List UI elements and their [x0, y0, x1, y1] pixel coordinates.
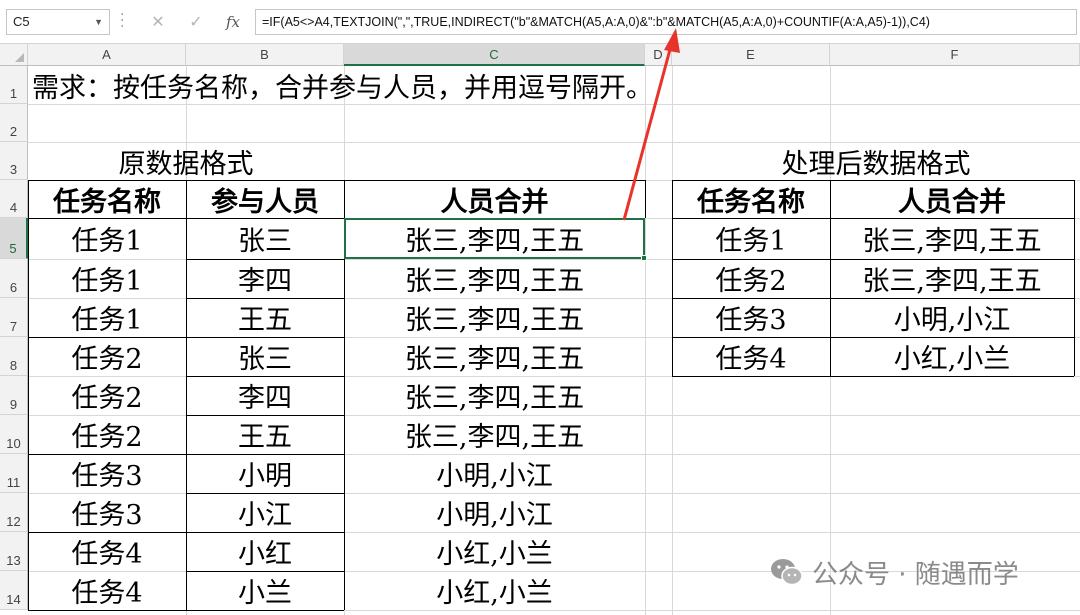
cell-b14[interactable]: 小兰: [186, 571, 344, 610]
watermark-text: 公众号 · 随遇而学: [812, 559, 1019, 590]
row-number: 6: [9, 280, 18, 295]
result-header-task-name[interactable]: 任务名称: [672, 180, 830, 218]
cell-b8[interactable]: 张三: [186, 337, 344, 376]
cell-b13[interactable]: 小红: [186, 532, 344, 571]
result-header-merged[interactable]: 人员合并: [830, 180, 1074, 218]
row-number: 8: [9, 358, 18, 373]
row-header-13[interactable]: 13: [0, 532, 28, 571]
header-task-name[interactable]: 任务名称: [28, 180, 186, 218]
row-number: 7: [9, 319, 18, 334]
cell-b12[interactable]: 小江: [186, 493, 344, 532]
cell-f6[interactable]: 张三,李四,王五: [830, 259, 1074, 298]
row-number: 4: [9, 200, 18, 215]
cell-e7[interactable]: 任务3: [672, 298, 830, 337]
name-box-value: C5: [13, 14, 30, 29]
cell-a11[interactable]: 任务3: [28, 454, 186, 493]
cell-c11[interactable]: 小明,小江: [344, 454, 645, 493]
header-participants[interactable]: 参与人员: [186, 180, 344, 218]
cell-a13[interactable]: 任务4: [28, 532, 186, 571]
cell-a12[interactable]: 任务3: [28, 493, 186, 532]
cell-a8[interactable]: 任务2: [28, 337, 186, 376]
cell-c7[interactable]: 张三,李四,王五: [344, 298, 645, 337]
cell-a6[interactable]: 任务1: [28, 259, 186, 298]
cell-b6[interactable]: 李四: [186, 259, 344, 298]
cell-c14[interactable]: 小红,小兰: [344, 571, 645, 610]
cell-c13[interactable]: 小红,小兰: [344, 532, 645, 571]
column-header-c[interactable]: C: [344, 44, 645, 66]
row-header-9[interactable]: 9: [0, 376, 28, 415]
cell-b5[interactable]: 张三: [186, 218, 344, 259]
select-all-corner[interactable]: [0, 44, 28, 66]
column-header-f[interactable]: F: [830, 44, 1080, 66]
enter-icon[interactable]: ✓: [185, 12, 207, 32]
cancel-icon[interactable]: ✕: [147, 12, 169, 32]
row-header-10[interactable]: 10: [0, 415, 28, 454]
cell-e6[interactable]: 任务2: [672, 259, 830, 298]
cell-e8[interactable]: 任务4: [672, 337, 830, 376]
row-header-8[interactable]: 8: [0, 337, 28, 376]
header-merged[interactable]: 人员合并: [344, 180, 645, 218]
row-header-7[interactable]: 7: [0, 298, 28, 337]
more-options-icon[interactable]: · · ·: [120, 8, 124, 34]
cell-b10[interactable]: 王五: [186, 415, 344, 454]
row-header-5[interactable]: 5: [0, 218, 28, 259]
cell-b7[interactable]: 王五: [186, 298, 344, 337]
row-header-6[interactable]: 6: [0, 259, 28, 298]
row-header-3[interactable]: 3: [0, 142, 28, 180]
row-number: 13: [6, 553, 21, 568]
column-header-d[interactable]: D: [645, 44, 672, 66]
column-header-e[interactable]: E: [672, 44, 830, 66]
cell-a14[interactable]: 任务4: [28, 571, 186, 610]
row-number: 10: [6, 436, 21, 451]
cell-e5[interactable]: 任务1: [672, 218, 830, 259]
wechat-icon: [771, 559, 803, 586]
watermark: 公众号 · 随遇而学: [770, 555, 1019, 590]
row-header-14[interactable]: 14: [0, 571, 28, 610]
requirement-text[interactable]: 需求：按任务名称，合并参与人员，并用逗号隔开。: [28, 66, 1028, 104]
chevron-down-icon[interactable]: ▼: [94, 10, 103, 34]
row-header-2[interactable]: 2: [0, 104, 28, 142]
row-number: 9: [9, 397, 18, 412]
row-header-12[interactable]: 12: [0, 493, 28, 532]
cell-c5[interactable]: 张三,李四,王五: [344, 218, 645, 259]
cell-a5[interactable]: 任务1: [28, 218, 186, 259]
cell-b9[interactable]: 李四: [186, 376, 344, 415]
left-section-title[interactable]: 原数据格式: [28, 142, 344, 180]
column-header-b[interactable]: B: [186, 44, 344, 66]
cell-f7[interactable]: 小明,小江: [830, 298, 1074, 337]
name-box[interactable]: C5 ▼: [6, 9, 110, 35]
row-header-4[interactable]: 4: [0, 180, 28, 218]
cell-c12[interactable]: 小明,小江: [344, 493, 645, 532]
cell-f8[interactable]: 小红,小兰: [830, 337, 1074, 376]
cell-c10[interactable]: 张三,李四,王五: [344, 415, 645, 454]
row-number: 3: [9, 162, 18, 177]
cell-b11[interactable]: 小明: [186, 454, 344, 493]
row-number: 11: [6, 475, 21, 490]
row-number: 5: [9, 241, 17, 256]
fx-icon[interactable]: fx: [222, 12, 244, 32]
row-header-1[interactable]: 1: [0, 66, 28, 104]
formula-input[interactable]: =IF(A5<>A4,TEXTJOIN(",",TRUE,INDIRECT("b…: [255, 9, 1077, 35]
cell-a7[interactable]: 任务1: [28, 298, 186, 337]
select-all-icon: [15, 53, 24, 62]
row-number: 2: [9, 124, 18, 139]
row-number: 12: [6, 514, 21, 529]
cell-c6[interactable]: 张三,李四,王五: [344, 259, 645, 298]
row-number: 14: [6, 592, 21, 607]
cell-c9[interactable]: 张三,李四,王五: [344, 376, 645, 415]
right-section-title[interactable]: 处理后数据格式: [672, 142, 1080, 180]
row-header-11[interactable]: 11: [0, 454, 28, 493]
row-number: 1: [9, 86, 18, 101]
formula-bar: C5 ▼ · · · ✕ ✓ fx =IF(A5<>A4,TEXTJOIN(",",…: [0, 0, 1080, 44]
cell-c8[interactable]: 张三,李四,王五: [344, 337, 645, 376]
cell-f5[interactable]: 张三,李四,王五: [830, 218, 1074, 259]
cell-a10[interactable]: 任务2: [28, 415, 186, 454]
cell-a9[interactable]: 任务2: [28, 376, 186, 415]
column-header-a[interactable]: A: [28, 44, 186, 66]
